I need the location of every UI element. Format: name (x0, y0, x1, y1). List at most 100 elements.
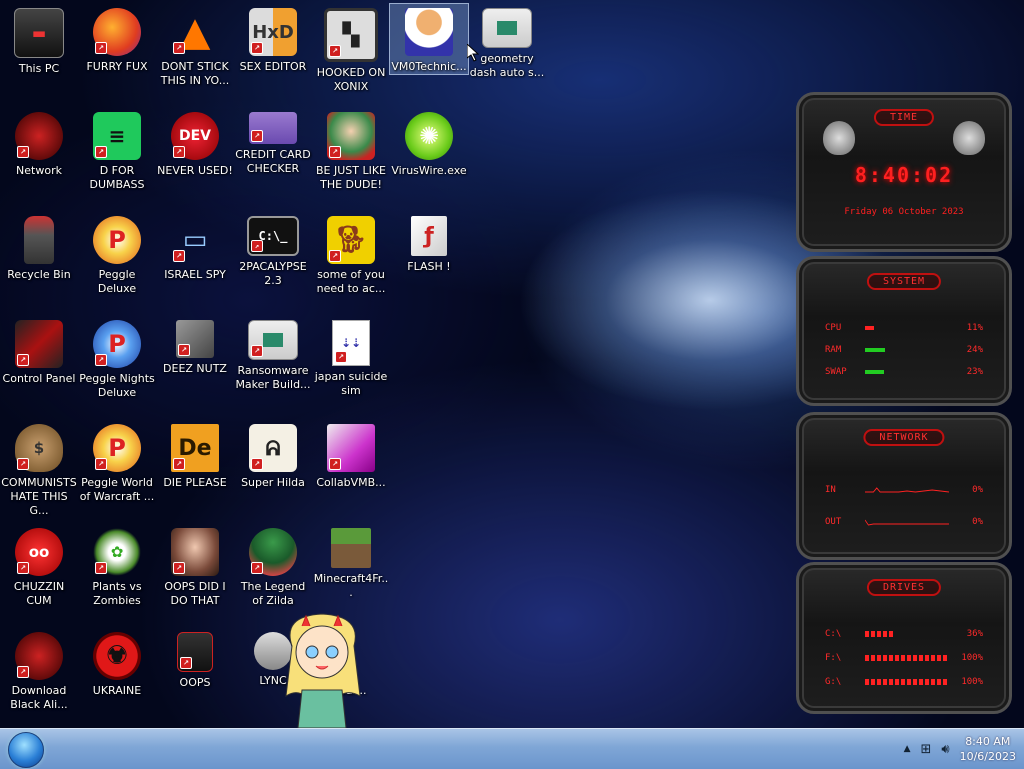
flower-icon: ✿ ↗ (93, 528, 141, 576)
icon-label: UKRAINE (92, 684, 142, 697)
drive-c-label: C:\ (825, 629, 842, 639)
document-icon: ⇣⇣ ↗ (332, 320, 370, 366)
system-widget-title: SYSTEM (866, 273, 942, 290)
desktop-icon-d-for-dumbass[interactable]: ≡ ↗ D FOR DUMBASS (78, 108, 156, 208)
icon-label: NEVER USED! (157, 164, 233, 177)
desktop-icon-deez-nutz[interactable]: ↗ DEEZ NUTZ (156, 316, 234, 416)
desktop-icon-credit-card-checker[interactable]: ↗ CREDIT CARD CHECKER (234, 108, 312, 208)
desktop-icon-viruswire[interactable]: ✺ VirusWire.exe (390, 108, 468, 208)
icon-label: Recycle Bin (7, 268, 71, 281)
icon-label: CollabVMB... (316, 476, 386, 489)
icon-label: 2PACALYPSE 2.3 (239, 260, 307, 287)
taskbar-clock[interactable]: 8:40 AM 10/6/2023 (960, 734, 1016, 764)
time-widget-date: Friday 06 October 2023 (844, 207, 964, 217)
taskbar: ▲ ⊞ 🔊︎ 8:40 AM 10/6/2023 (0, 728, 1024, 769)
desktop-icon-oops[interactable]: ↗ OOPS (156, 628, 234, 728)
start-button[interactable] (8, 732, 44, 768)
icon-label: Download Black Ali... (10, 684, 68, 711)
icon-label: DEEZ NUTZ (163, 362, 227, 375)
star-character-sticker (272, 606, 372, 729)
desktop-icon-this-pc[interactable]: ▬ This PC (0, 4, 78, 104)
net-out-graph (864, 518, 949, 526)
xonix-icon: ▚ ↗ (324, 8, 378, 62)
desktop-icon-never-used[interactable]: DEV ↗ NEVER USED! (156, 108, 234, 208)
desktop-icon-peggle-deluxe[interactable]: P Peggle Deluxe (78, 212, 156, 312)
icon-label: Peggle Deluxe (97, 268, 137, 295)
desktop-icon-chuzzin[interactable]: oo ↗ CHUZZIN CUM (0, 524, 78, 624)
app-window-icon (482, 8, 532, 48)
desktop-icon-furry-fux[interactable]: ↗ FURRY FUX (78, 4, 156, 104)
icon-label: This PC (18, 62, 60, 75)
ram-value: 24% (966, 345, 983, 355)
desktop-icon-peggle-wow[interactable]: P ↗ Peggle World of Warcraft ... (78, 420, 156, 520)
desktop-icon-japan-suicide-sim[interactable]: ⇣⇣ ↗ japan suicide sim (312, 316, 390, 416)
net-in-label: IN (825, 485, 836, 495)
icon-label: DONT STICK THIS IN YO... (160, 60, 230, 87)
desktop-icon-network[interactable]: ↗ Network (0, 108, 78, 208)
icon-label: OOPS (179, 676, 211, 689)
desktop-icon-dont-stick[interactable]: ▲ ↗ DONT STICK THIS IN YO... (156, 4, 234, 104)
swap-label: SWAP (825, 367, 847, 377)
desktop-icon-control-panel[interactable]: ↗ Control Panel (0, 316, 78, 416)
money-bag-icon: $ ↗ (15, 424, 63, 472)
desktop-icon-flash[interactable]: ƒ FLASH ! (390, 212, 468, 312)
time-widget: TIME 8:40:02 Friday 06 October 2023 (796, 92, 1012, 252)
volume-icon[interactable]: 🔊︎ (941, 742, 949, 757)
drive-f-bar (865, 654, 949, 662)
time-widget-clock: 8:40:02 (854, 163, 954, 187)
grass-block-icon (331, 528, 371, 568)
net-out-label: OUT (825, 517, 842, 527)
de-letters-icon: De ↗ (171, 424, 219, 472)
flash-icon: ƒ (411, 216, 447, 256)
santa-elf-icon: ↗ (327, 112, 375, 160)
cpu-label: CPU (825, 323, 842, 333)
desktop-icon-geometry-dash[interactable]: geometry dash auto s... (468, 4, 546, 104)
trash-can-icon (24, 216, 54, 264)
icon-label: CHUZZIN CUM (13, 580, 65, 607)
drive-g-bar (865, 678, 949, 686)
alien-head-icon (823, 121, 855, 155)
desktop-icon-israel-spy[interactable]: ▭ ↗ ISRAEL SPY (156, 212, 234, 312)
swap-row: SWAP 23% (825, 367, 983, 377)
net-in-value: 0% (972, 485, 983, 495)
desktop-icon-vm0technic[interactable]: VM0Technic... (389, 3, 469, 75)
doctor-avatar-icon (405, 8, 453, 56)
desktop-icon-ransomware-maker[interactable]: ↗ Ransomware Maker Build... (234, 316, 312, 416)
desktop-icon-download-black-alien[interactable]: ↗ Download Black Ali... (0, 628, 78, 728)
desktop-icon-be-just-like-the-dude[interactable]: ↗ BE JUST LIKE THE DUDE! (312, 108, 390, 208)
dark-app-icon: ↗ (177, 632, 213, 672)
desktop-icon-die-please[interactable]: De ↗ DIE PLEASE (156, 420, 234, 520)
desktop-icon-oops-did-i[interactable]: ↗ OOPS DID I DO THAT (156, 524, 234, 624)
portrait-icon: ↗ (171, 528, 219, 576)
alien-icon: ↗ (15, 112, 63, 160)
desktop-icon-2pacalypse[interactable]: C:\_ ↗ 2PACALYPSE 2.3 (234, 212, 312, 312)
icon-label: Super Hilda (241, 476, 305, 489)
time-widget-title: TIME (873, 109, 935, 126)
icon-label: FLASH ! (407, 260, 451, 273)
icon-label: BE JUST LIKE THE DUDE! (315, 164, 387, 191)
desktop-icon-ukraine[interactable]: ☢ UKRAINE (78, 628, 156, 728)
desktop-icon-some-of-you[interactable]: 🐕︎ ↗ some of you need to ac... (312, 212, 390, 312)
show-hidden-icons-chevron-icon[interactable]: ▲ (904, 744, 911, 754)
icon-label: DIE PLEASE (163, 476, 227, 489)
firefox-icon: ↗ (93, 8, 141, 56)
desktop-icon-collabvm[interactable]: ↗ CollabVMB... (312, 420, 390, 520)
desktop-icon-recycle-bin[interactable]: Recycle Bin (0, 212, 78, 312)
net-out-row: OUT 0% (825, 517, 983, 527)
system-tray: ▲ ⊞ 🔊︎ 8:40 AM 10/6/2023 (904, 731, 1016, 767)
desktop-icon-hooked-on-xonix[interactable]: ▚ ↗ HOOKED ON XONIX (312, 4, 390, 104)
drive-g-row: G:\ 100% (825, 677, 983, 687)
net-in-row: IN 0% (825, 485, 983, 495)
drive-f-value: 100% (961, 653, 983, 663)
peggle-nights-icon: P ↗ (93, 320, 141, 368)
network-icon[interactable]: ⊞ (920, 742, 931, 757)
desktop-icon-peggle-nights[interactable]: P ↗ Peggle Nights Deluxe (78, 316, 156, 416)
desktop-icon-plants-vs-zombies[interactable]: ✿ ↗ Plants vs Zombies (78, 524, 156, 624)
desktop-icon-communists[interactable]: $ ↗ COMMUNISTS HATE THIS G... (0, 420, 78, 520)
icon-label: Peggle World of Warcraft ... (79, 476, 155, 503)
desktop-icon-super-hilda[interactable]: ᕱ ↗ Super Hilda (234, 420, 312, 520)
icon-label: COMMUNISTS HATE THIS G... (1, 476, 77, 517)
icon-label: The Legend of Zilda (240, 580, 306, 607)
network-widget: NETWORK IN 0% OUT 0% (796, 412, 1012, 560)
desktop-icon-sex-editor[interactable]: HxD ↗ SEX EDITOR (234, 4, 312, 104)
